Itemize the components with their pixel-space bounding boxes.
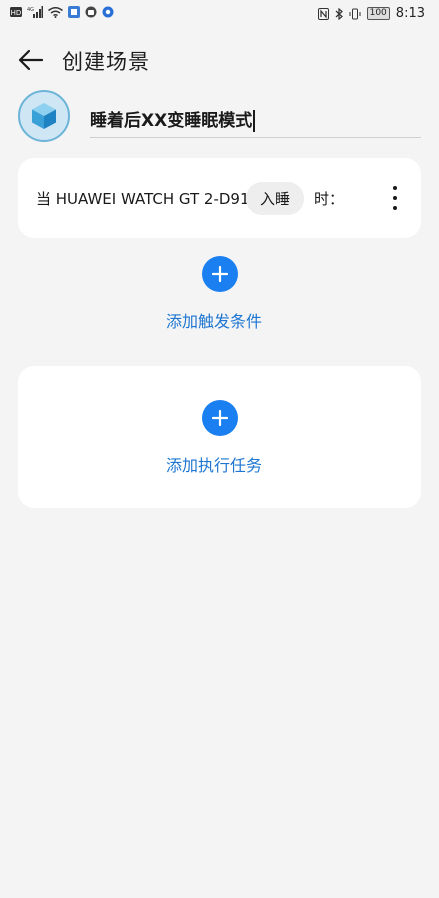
more-dot bbox=[393, 196, 397, 200]
add-condition-button[interactable] bbox=[202, 256, 238, 292]
cube-icon bbox=[32, 103, 56, 129]
browser-icon bbox=[102, 6, 114, 18]
app-notification-icon bbox=[68, 6, 80, 18]
add-condition-label[interactable]: 添加触发条件 bbox=[166, 308, 262, 332]
scene-name-value: 睡着后XX变睡眠模式 bbox=[90, 111, 253, 131]
condition-state-label: 入睡 bbox=[246, 182, 305, 215]
battery-icon: 100 bbox=[366, 7, 390, 20]
plus-icon bbox=[211, 409, 229, 427]
add-task-button[interactable] bbox=[202, 400, 238, 436]
wifi-icon bbox=[48, 6, 63, 18]
page-title: 创建场景 bbox=[62, 50, 150, 74]
text-caret bbox=[253, 110, 255, 132]
condition-state-chip[interactable]: 入睡 bbox=[246, 182, 305, 215]
status-bar: HD 4G 100 8:13 bbox=[0, 0, 439, 28]
status-left-icons: HD 4G bbox=[10, 6, 114, 18]
vibrate-icon bbox=[349, 8, 361, 19]
signal-4g-icon: 4G bbox=[27, 6, 43, 18]
hd-icon: HD bbox=[10, 7, 22, 17]
arrow-left-icon bbox=[18, 49, 44, 71]
more-vertical-icon bbox=[393, 186, 397, 190]
condition-more-button[interactable] bbox=[385, 184, 405, 212]
scene-icon-button[interactable] bbox=[18, 90, 70, 142]
status-right-icons: 100 8:13 bbox=[317, 6, 425, 21]
plus-icon bbox=[211, 265, 229, 283]
svg-text:4G: 4G bbox=[27, 7, 34, 13]
nfc-icon bbox=[317, 7, 329, 20]
condition-suffix: 时： bbox=[314, 190, 345, 208]
svg-text:HD: HD bbox=[11, 9, 22, 17]
more-dot bbox=[393, 206, 397, 210]
bluetooth-icon bbox=[335, 7, 343, 20]
app-header: 创建场景 bbox=[0, 40, 439, 80]
android-icon bbox=[85, 6, 97, 18]
task-card bbox=[18, 366, 421, 508]
scene-name-input[interactable]: 睡着后XX变睡眠模式 bbox=[90, 100, 421, 138]
status-time: 8:13 bbox=[395, 6, 425, 21]
back-button[interactable] bbox=[16, 45, 46, 75]
scene-name-text: 睡着后XX变睡眠模式 bbox=[90, 106, 255, 132]
condition-prefix: 当 HUAWEI WATCH GT 2-D91 bbox=[36, 190, 250, 208]
add-task-label[interactable]: 添加执行任务 bbox=[166, 452, 262, 476]
